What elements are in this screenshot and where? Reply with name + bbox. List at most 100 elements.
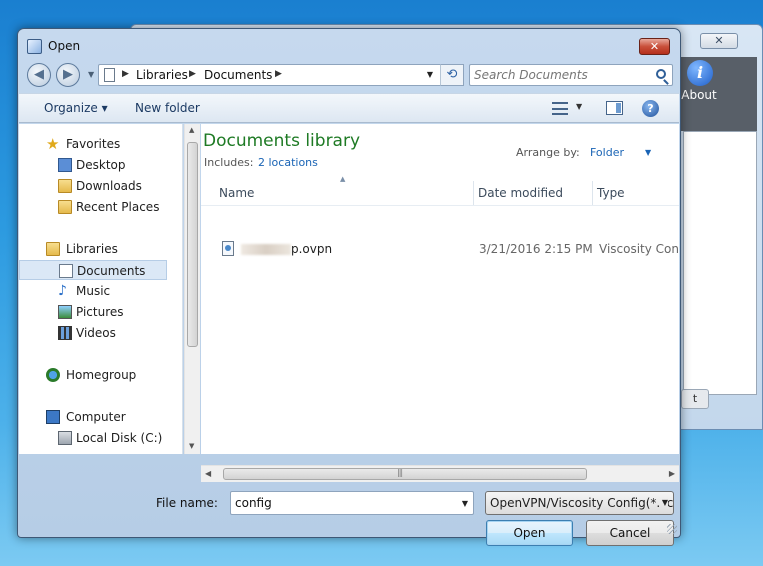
preview-pane-icon[interactable] — [606, 101, 623, 115]
computer-icon — [46, 410, 60, 424]
nav-item-recent-places[interactable]: Recent Places — [19, 197, 167, 217]
recent-places-icon — [58, 200, 72, 214]
open-button[interactable]: Open — [486, 520, 573, 546]
music-note-icon: ♪ — [58, 283, 67, 299]
background-button[interactable]: t — [681, 389, 709, 409]
scrollbar-thumb[interactable] — [187, 142, 198, 347]
address-dropdown-icon[interactable]: ▼ — [427, 70, 433, 79]
nav-item-desktop[interactable]: Desktop — [19, 155, 167, 175]
library-title: Documents library — [203, 131, 361, 151]
help-icon[interactable]: ? — [642, 100, 659, 117]
change-view-icon[interactable] — [552, 102, 568, 115]
favorites-star-icon: ★ — [46, 135, 60, 153]
horizontal-scrollbar-thumb[interactable] — [223, 468, 587, 480]
file-name-label: File name: — [156, 496, 218, 510]
scrollbar-grip-icon: ||| — [397, 468, 403, 477]
arrange-dropdown-icon[interactable]: ▼ — [645, 148, 651, 157]
nav-label: Videos — [76, 326, 116, 340]
nav-item-documents[interactable]: Documents — [19, 260, 167, 280]
file-name-input[interactable] — [235, 495, 445, 511]
breadcrumb-chevron-icon[interactable]: ▶ — [122, 69, 129, 79]
file-type-filter[interactable]: OpenVPN/Viscosity Config(*.cc ▼ — [485, 491, 674, 515]
nav-item-downloads[interactable]: Downloads — [19, 176, 167, 196]
ovpn-file-icon — [222, 241, 234, 256]
scroll-left-icon[interactable]: ◀ — [205, 469, 211, 478]
views-dropdown-icon[interactable]: ▼ — [576, 102, 582, 111]
address-bar[interactable]: ▶ Libraries ▶ Documents ▶ ▼ — [98, 64, 464, 86]
includes-label: Includes: — [204, 156, 254, 169]
videos-filmstrip-icon — [58, 326, 72, 340]
recent-pages-dropdown-icon[interactable]: ▼ — [88, 70, 94, 79]
new-folder-button[interactable]: New folder — [135, 101, 200, 115]
organize-button[interactable]: Organize ▾ — [44, 101, 108, 115]
nav-label: Favorites — [66, 137, 121, 151]
forward-button[interactable]: ▶ — [56, 63, 80, 87]
file-name: p.ovpn — [291, 242, 333, 256]
refresh-button[interactable]: ⟲ — [440, 64, 464, 86]
cancel-button[interactable]: Cancel — [586, 520, 674, 546]
column-header-name[interactable]: Name — [216, 181, 474, 205]
back-button[interactable]: ◀ — [27, 63, 51, 87]
scroll-down-icon[interactable]: ▼ — [189, 442, 194, 450]
nav-item-favorites[interactable]: ★ Favorites — [19, 134, 167, 154]
documents-location-icon — [104, 68, 115, 82]
breadcrumb-chevron-icon[interactable]: ▶ — [189, 69, 196, 79]
search-icon[interactable] — [656, 69, 666, 79]
file-row[interactable]: p.ovpn 3/21/2016 2:15 PM Viscosity Conne… — [216, 238, 679, 260]
file-name-dropdown-icon[interactable]: ▼ — [462, 499, 468, 508]
navigation-scrollbar[interactable]: ▲ ▼ — [184, 124, 200, 454]
redacted-filename — [241, 244, 291, 255]
search-input[interactable] — [474, 67, 644, 83]
file-type: Viscosity Connec — [599, 242, 679, 256]
arrange-by-dropdown[interactable]: Folder — [590, 146, 624, 159]
nav-label: Downloads — [76, 179, 142, 193]
close-button[interactable]: ✕ — [639, 38, 670, 55]
about-icon[interactable]: i — [687, 60, 713, 86]
nav-label: Recent Places — [76, 200, 160, 214]
file-name-combobox[interactable]: ▼ — [230, 491, 474, 515]
breadcrumb-libraries[interactable]: Libraries — [136, 68, 188, 82]
nav-item-homegroup[interactable]: Homegroup — [19, 365, 167, 385]
nav-label: Pictures — [76, 305, 124, 319]
nav-label: Desktop — [76, 158, 126, 172]
dialog-app-icon — [27, 39, 42, 54]
resize-grip-icon[interactable] — [667, 524, 677, 534]
background-panel — [683, 131, 757, 395]
command-bar: Organize ▾ New folder ▼ ? — [19, 93, 679, 123]
nav-label: Documents — [77, 264, 146, 278]
nav-item-libraries[interactable]: Libraries — [19, 239, 167, 259]
search-box[interactable] — [469, 64, 673, 86]
scroll-right-icon[interactable]: ▶ — [669, 469, 675, 478]
nav-item-computer[interactable]: Computer — [19, 407, 167, 427]
locations-link[interactable]: 2 locations — [258, 156, 318, 169]
column-header-date-modified[interactable]: Date modified — [475, 181, 593, 205]
column-header-type[interactable]: Type — [594, 181, 679, 205]
nav-label: Homegroup — [66, 368, 137, 382]
background-close-button[interactable]: ✕ — [700, 33, 738, 49]
libraries-icon — [46, 242, 60, 256]
nav-item-videos[interactable]: Videos — [19, 323, 167, 343]
nav-item-music[interactable]: ♪ Music — [19, 281, 167, 301]
arrange-by-label: Arrange by: — [516, 146, 580, 159]
file-date: 3/21/2016 2:15 PM — [479, 242, 593, 256]
nav-item-pictures[interactable]: Pictures — [19, 302, 167, 322]
header-divider — [201, 205, 679, 206]
nav-label: Music — [76, 284, 111, 298]
breadcrumb-chevron-icon[interactable]: ▶ — [275, 69, 282, 79]
documents-icon — [59, 264, 73, 278]
title-bar[interactable]: Open ✕ — [18, 29, 680, 59]
filter-dropdown-icon[interactable]: ▼ — [659, 492, 668, 514]
local-disk-icon — [58, 431, 72, 445]
navigation-pane: ★ Favorites Desktop Downloads Recent Pla… — [19, 124, 183, 454]
file-list-area: Documents library Includes: 2 locations … — [201, 124, 679, 454]
scroll-up-icon[interactable]: ▲ — [189, 126, 194, 134]
dialog-title: Open — [48, 39, 81, 53]
breadcrumb-documents[interactable]: Documents — [204, 68, 272, 82]
file-type-filter-value: OpenVPN/Viscosity Config(*.cc — [490, 496, 674, 510]
open-dialog: Open ✕ ◀ ▶ ▼ ▶ Libraries ▶ Documents ▶ ▼… — [17, 28, 681, 546]
downloads-folder-icon — [58, 179, 72, 193]
desktop-icon — [58, 158, 72, 172]
about-label[interactable]: About — [679, 88, 719, 102]
nav-item-local-disk[interactable]: Local Disk (C:) — [19, 428, 167, 448]
horizontal-scrollbar[interactable]: ◀ ||| ▶ — [201, 465, 679, 482]
